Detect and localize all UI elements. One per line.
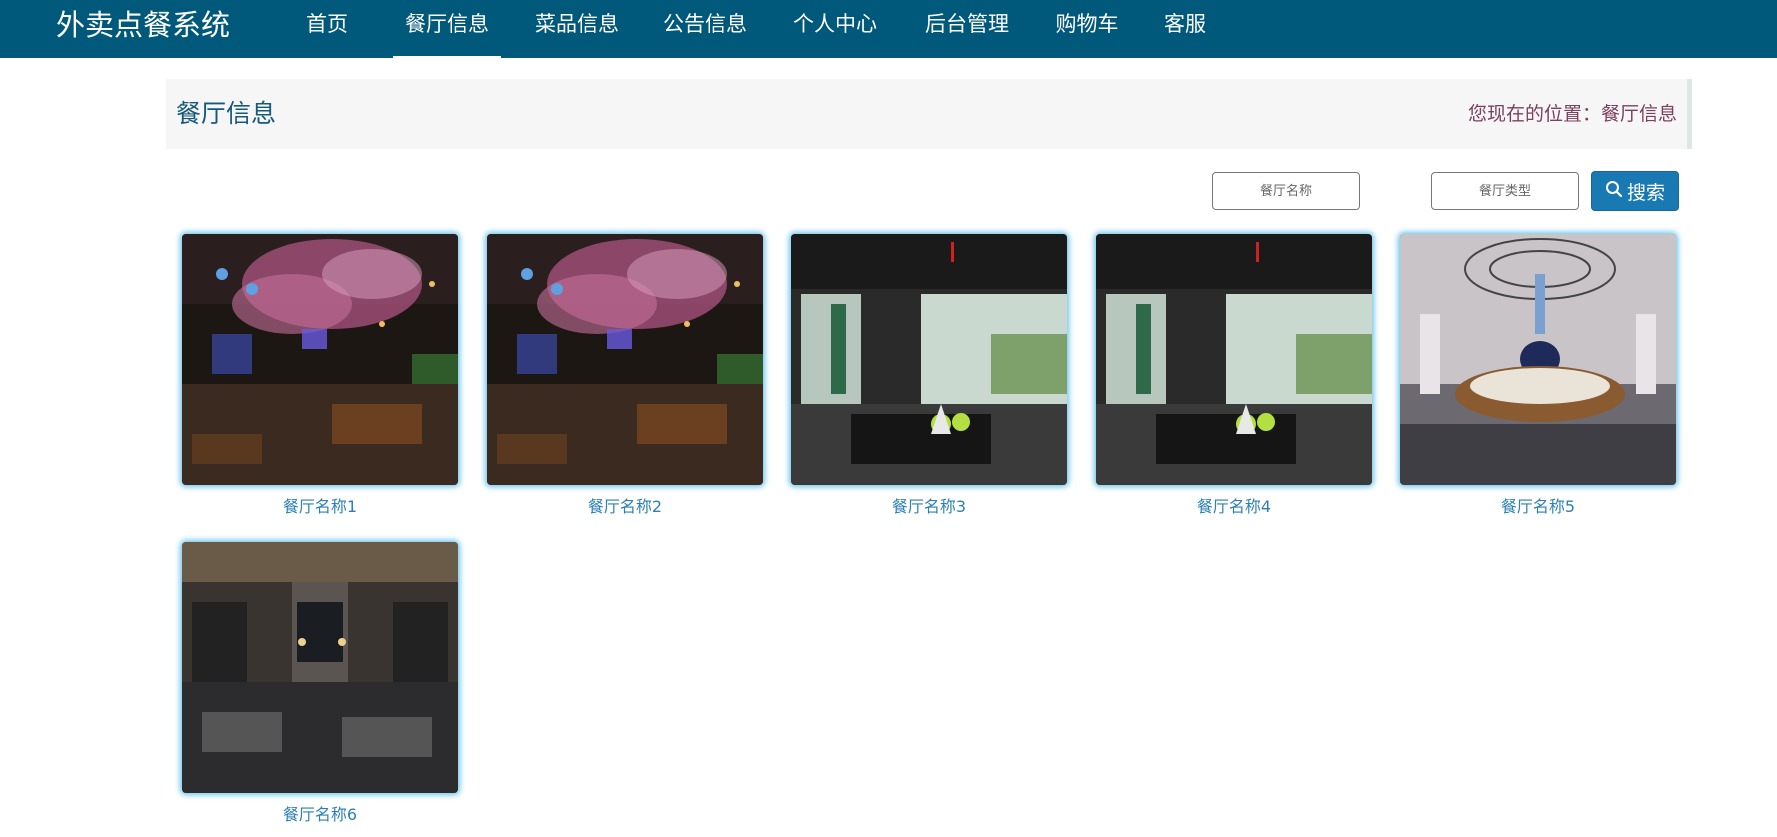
restaurant-card[interactable]: 餐厅名称3 bbox=[791, 234, 1067, 517]
top-navbar: 外卖点餐系统 首页 餐厅信息 菜品信息 公告信息 个人中心 后台管理 购物车 客… bbox=[0, 0, 1777, 58]
page-title: 餐厅信息 bbox=[176, 99, 277, 128]
restaurant-name[interactable]: 餐厅名称2 bbox=[487, 493, 763, 517]
page-header-bar: 餐厅信息 您现在的位置：餐厅信息 bbox=[166, 79, 1692, 149]
site-brand[interactable]: 外卖点餐系统 bbox=[56, 0, 230, 50]
restaurant-photo[interactable] bbox=[182, 542, 458, 793]
restaurant-photo[interactable] bbox=[182, 234, 458, 485]
nav-announcements[interactable]: 公告信息 bbox=[659, 0, 751, 58]
restaurant-photo[interactable] bbox=[791, 234, 1067, 485]
restaurant-card[interactable]: 餐厅名称4 bbox=[1096, 234, 1372, 517]
restaurant-card[interactable]: 餐厅名称2 bbox=[487, 234, 763, 517]
restaurant-photo[interactable] bbox=[1096, 234, 1372, 485]
restaurant-name[interactable]: 餐厅名称5 bbox=[1400, 493, 1676, 517]
nav-home[interactable]: 首页 bbox=[303, 0, 351, 58]
restaurant-name[interactable]: 餐厅名称1 bbox=[182, 493, 458, 517]
nav-admin[interactable]: 后台管理 bbox=[921, 0, 1013, 58]
restaurant-card[interactable]: 餐厅名称5 bbox=[1400, 234, 1676, 517]
search-button[interactable]: 搜索 bbox=[1591, 171, 1679, 211]
restaurant-photo[interactable] bbox=[1400, 234, 1676, 485]
restaurant-card[interactable]: 餐厅名称6 bbox=[182, 542, 458, 825]
search-icon bbox=[1605, 180, 1623, 203]
nav-cart[interactable]: 购物车 bbox=[1052, 0, 1122, 58]
restaurant-name[interactable]: 餐厅名称6 bbox=[182, 801, 458, 825]
restaurant-name[interactable]: 餐厅名称4 bbox=[1096, 493, 1372, 517]
nav-customer-service[interactable]: 客服 bbox=[1161, 0, 1209, 58]
restaurant-card[interactable]: 餐厅名称1 bbox=[182, 234, 458, 517]
nav-dish-info[interactable]: 菜品信息 bbox=[531, 0, 623, 58]
breadcrumb: 您现在的位置：餐厅信息 bbox=[1467, 103, 1677, 125]
restaurant-type-input[interactable] bbox=[1431, 172, 1579, 210]
restaurant-name-input[interactable] bbox=[1212, 172, 1360, 210]
nav-personal-center[interactable]: 个人中心 bbox=[789, 0, 881, 58]
nav-restaurant-info[interactable]: 餐厅信息 bbox=[393, 0, 501, 58]
restaurant-photo[interactable] bbox=[487, 234, 763, 485]
search-button-label: 搜索 bbox=[1626, 181, 1665, 204]
restaurant-name[interactable]: 餐厅名称3 bbox=[791, 493, 1067, 517]
